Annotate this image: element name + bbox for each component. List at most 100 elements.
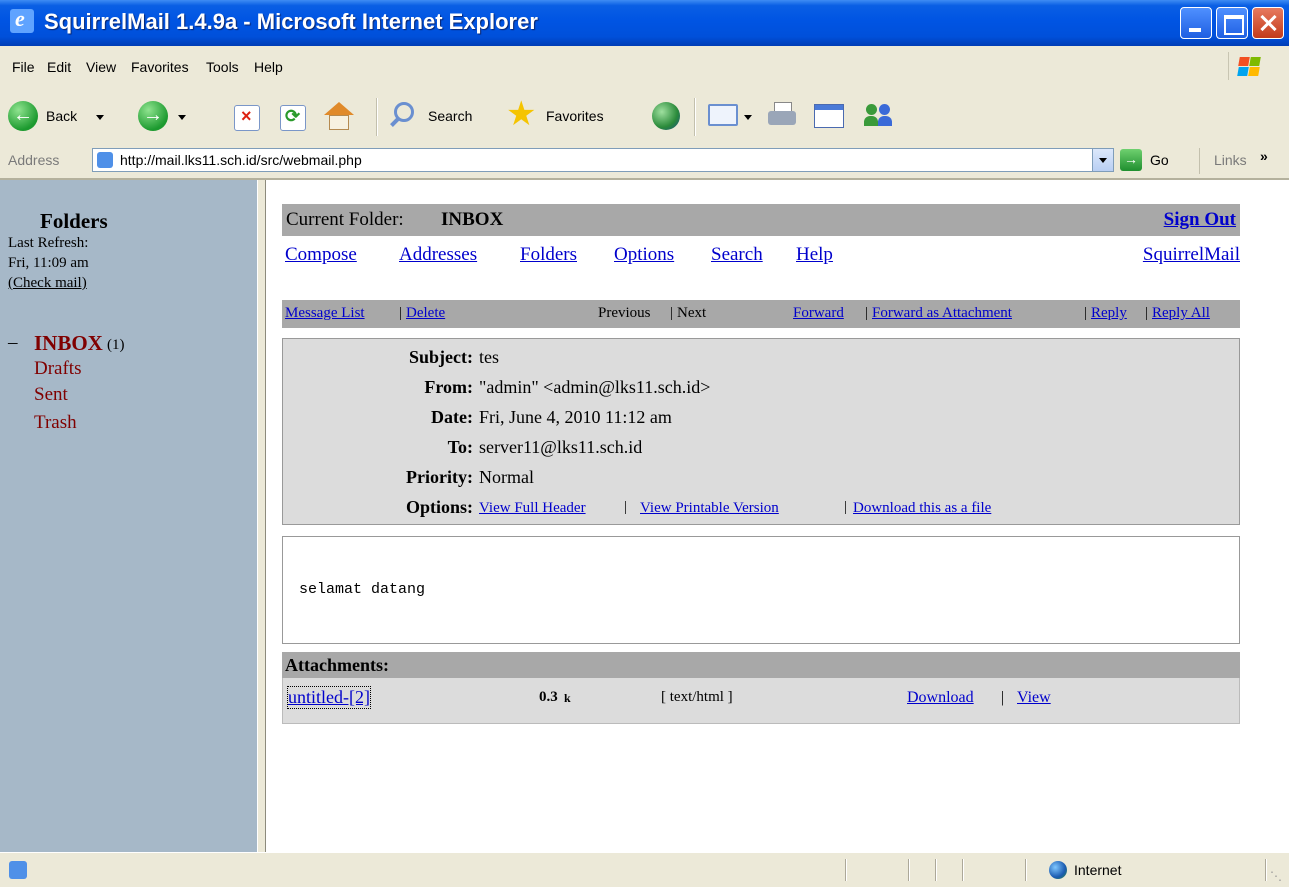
help-link[interactable]: Help	[796, 244, 833, 266]
message-pane: Current Folder: INBOX Sign Out Compose A…	[266, 180, 1289, 852]
last-refresh-label: Last Refresh:	[8, 235, 89, 251]
links-chevron-icon[interactable]: »	[1260, 148, 1268, 164]
attachment-name-link[interactable]: untitled-[2]	[287, 686, 371, 709]
go-button[interactable]: → Go	[1120, 148, 1182, 172]
status-divider	[935, 859, 937, 881]
forward-button[interactable]: →	[138, 98, 208, 134]
page-icon	[97, 152, 113, 168]
delete-link[interactable]: Delete	[406, 305, 445, 322]
folder-trash[interactable]: Trash	[34, 412, 77, 434]
close-button[interactable]	[1252, 7, 1284, 39]
search-link[interactable]: Search	[711, 244, 763, 266]
from-value: "admin" <admin@lks11.sch.id>	[479, 377, 711, 397]
edit-icon[interactable]	[814, 104, 844, 128]
status-divider	[1025, 859, 1027, 881]
folder-inbox[interactable]: INBOX	[34, 331, 103, 356]
attachment-separator: |	[1001, 689, 1005, 706]
last-refresh-time: Fri, 11:09 am	[8, 255, 89, 271]
reply-link[interactable]: Reply	[1091, 305, 1127, 322]
forward-as-attachment-link[interactable]: Forward as Attachment	[872, 305, 1012, 322]
date-label: Date:	[431, 407, 473, 427]
status-divider	[845, 859, 847, 881]
check-mail-link[interactable]: (Check mail)	[8, 275, 87, 292]
attachment-view-link[interactable]: View	[1017, 689, 1051, 707]
window-title: SquirrelMail 1.4.9a - Microsoft Internet…	[44, 9, 538, 34]
attachment-type: [ text/html ]	[661, 689, 733, 705]
sign-out-link[interactable]: Sign Out	[1164, 209, 1236, 231]
message-list-link[interactable]: Message List	[285, 305, 365, 322]
reply-all-link[interactable]: Reply All	[1152, 305, 1210, 322]
menu-help[interactable]: Help	[254, 59, 283, 75]
current-folder-name: INBOX	[441, 209, 504, 230]
refresh-icon[interactable]: ⟳	[280, 105, 306, 131]
minimize-button[interactable]	[1180, 7, 1212, 39]
view-printable-version-link[interactable]: View Printable Version	[640, 500, 779, 517]
title-bar: SquirrelMail 1.4.9a - Microsoft Internet…	[0, 0, 1289, 46]
status-divider	[908, 859, 910, 881]
message-header-box: Subject: tes From: "admin" <admin@lks11.…	[282, 338, 1240, 525]
favorites-button[interactable]: ★ Favorites	[506, 95, 636, 134]
stop-icon[interactable]: ×	[234, 105, 260, 131]
inbox-collapse-icon[interactable]: –	[8, 332, 18, 354]
attachment-row: untitled-[2] 0.3 k [ text/html ] Downloa…	[282, 678, 1240, 724]
view-full-header-link[interactable]: View Full Header	[479, 500, 586, 517]
address-input[interactable]: http://mail.lks11.sch.id/src/webmail.php	[92, 148, 1114, 172]
message-body-text: selamat datang	[299, 581, 426, 598]
address-label: Address	[8, 152, 60, 168]
attachments-title: Attachments:	[285, 655, 389, 675]
zone-label: Internet	[1074, 862, 1122, 878]
address-bar: Address http://mail.lks11.sch.id/src/web…	[0, 144, 1289, 180]
option-separator: |	[844, 499, 848, 515]
attachment-download-link[interactable]: Download	[907, 689, 974, 707]
folder-sent[interactable]: Sent	[34, 384, 68, 406]
maximize-button[interactable]	[1216, 7, 1248, 39]
menu-file[interactable]: File	[12, 59, 35, 75]
search-label: Search	[428, 108, 473, 124]
current-folder-label: Current Folder:	[286, 209, 404, 230]
links-button[interactable]: Links	[1214, 152, 1247, 168]
star-icon: ★	[506, 95, 537, 133]
date-value: Fri, June 4, 2010 11:12 am	[479, 407, 672, 427]
compose-link[interactable]: Compose	[285, 244, 357, 266]
address-dropdown-icon[interactable]	[1092, 149, 1113, 171]
message-action-bar: Message List | Delete Previous | Next Fo…	[282, 300, 1240, 328]
subject-label: Subject:	[409, 347, 473, 367]
squirrelmail-link[interactable]: SquirrelMail	[1143, 244, 1240, 266]
addresses-link[interactable]: Addresses	[399, 244, 477, 266]
download-as-file-link[interactable]: Download this as a file	[853, 500, 991, 517]
address-url: http://mail.lks11.sch.id/src/webmail.php	[120, 152, 362, 168]
inbox-unread-count: (1)	[107, 337, 125, 353]
home-icon[interactable]	[322, 102, 356, 132]
folders-link[interactable]: Folders	[520, 244, 577, 266]
messenger-icon[interactable]	[862, 102, 896, 130]
nav-separator: |	[670, 305, 674, 321]
search-icon-handle	[390, 117, 400, 127]
action-separator: |	[1084, 305, 1088, 321]
to-value: server11@lks11.sch.id	[479, 437, 643, 457]
menu-view[interactable]: View	[86, 59, 116, 75]
forward-link[interactable]: Forward	[793, 305, 844, 322]
options-link[interactable]: Options	[614, 244, 674, 266]
mail-dropdown-icon[interactable]	[744, 115, 752, 120]
folder-drafts[interactable]: Drafts	[34, 358, 81, 380]
toolbar-separator	[694, 98, 696, 136]
attachments-header: Attachments:	[282, 652, 1240, 678]
action-separator: |	[1145, 305, 1149, 321]
frame-splitter[interactable]	[257, 180, 266, 852]
search-button[interactable]: Search	[390, 98, 496, 134]
menu-edit[interactable]: Edit	[47, 59, 71, 75]
back-label: Back	[46, 108, 78, 124]
folders-title: Folders	[40, 209, 108, 233]
back-button[interactable]: ← Back	[8, 98, 116, 134]
resize-grip-icon[interactable]: ⋱	[1270, 869, 1282, 883]
go-label: Go	[1150, 152, 1169, 168]
print-icon[interactable]	[766, 102, 800, 130]
menu-favorites[interactable]: Favorites	[131, 59, 189, 75]
status-divider	[962, 859, 964, 881]
priority-value: Normal	[479, 467, 534, 487]
back-dropdown-icon[interactable]	[96, 115, 104, 120]
history-icon[interactable]	[652, 102, 680, 130]
forward-dropdown-icon[interactable]	[178, 115, 186, 120]
menu-tools[interactable]: Tools	[206, 59, 239, 75]
mail-icon[interactable]	[708, 104, 738, 126]
